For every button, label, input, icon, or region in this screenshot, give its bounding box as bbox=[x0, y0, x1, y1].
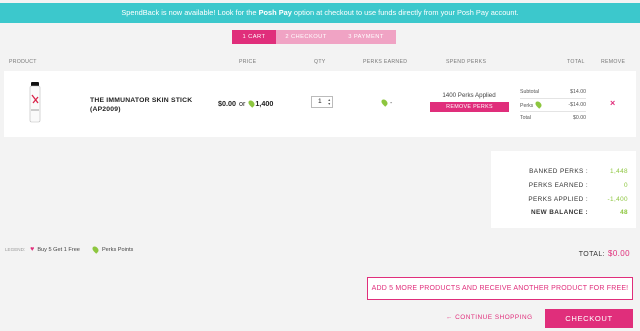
product-image[interactable] bbox=[24, 81, 46, 125]
total-value: $0.00 bbox=[573, 115, 586, 121]
perks-earned-line: PERKS EARNED : 0 bbox=[498, 182, 628, 189]
price-dollars: $0.00 bbox=[218, 99, 236, 108]
legend-buy5: Buy 5 Get 1 Free bbox=[37, 246, 80, 253]
perks-applied-label: PERKS APPLIED : bbox=[528, 196, 588, 203]
new-balance-value: 48 bbox=[620, 209, 628, 216]
arrow-left-icon: ← bbox=[446, 314, 453, 321]
total-row: Total $0.00 bbox=[520, 111, 586, 124]
total-label: Total bbox=[520, 115, 531, 121]
perks-summary: BANKED PERKS : 1,448 PERKS EARNED : 0 PE… bbox=[491, 151, 636, 228]
header-price: PRICE bbox=[239, 59, 257, 65]
perks-applied-text: 1400 Perks Applied bbox=[442, 92, 496, 99]
perks-value: -$14.00 bbox=[568, 102, 586, 108]
perks-label: Perks bbox=[520, 103, 534, 109]
stepper-arrows-icon[interactable]: ▲ ▼ bbox=[328, 98, 331, 106]
header-spend-perks: SPEND PERKS bbox=[446, 59, 487, 65]
banked-perks-line: BANKED PERKS : 1,448 bbox=[498, 168, 628, 175]
item-price: $0.00 or 1,400 bbox=[218, 99, 273, 108]
posh-pay-highlight: Posh Pay bbox=[258, 8, 292, 17]
legend: LEGEND: ♥ Buy 5 Get 1 Free Perks Points bbox=[5, 245, 134, 254]
banked-perks-value: 1,448 bbox=[610, 168, 628, 175]
cart-item-row: THE IMMUNATOR SKIN STICK (AP2009) $0.00 o… bbox=[4, 71, 636, 137]
header-total: TOTAL bbox=[567, 59, 585, 65]
product-title: THE IMMUNATOR SKIN STICK bbox=[90, 97, 193, 104]
header-remove: REMOVE bbox=[601, 59, 626, 65]
perks-earned-label: PERKS EARNED : bbox=[528, 182, 588, 189]
price-perks: 1,400 bbox=[255, 99, 274, 108]
banner-text-before: SpendBack is now available! Look for the bbox=[121, 8, 259, 17]
subtotal-row: Subtotal $14.00 bbox=[520, 85, 586, 98]
step-cart[interactable]: 1 CART bbox=[232, 30, 276, 44]
close-icon[interactable]: × bbox=[610, 98, 615, 108]
legend-perks: Perks Points bbox=[101, 246, 134, 253]
promo-banner[interactable]: ADD 5 MORE PRODUCTS AND RECEIVE ANOTHER … bbox=[367, 277, 633, 300]
subtotal-label: Subtotal bbox=[520, 88, 540, 95]
new-balance-line: NEW BALANCE : 48 bbox=[498, 209, 628, 216]
perks-applied-line: PERKS APPLIED : -1,400 bbox=[498, 196, 628, 203]
header-qty: QTY bbox=[314, 59, 326, 65]
quantity-value: 1 bbox=[318, 98, 322, 105]
step-checkout[interactable]: 2 CHECKOUT bbox=[276, 30, 336, 44]
checkout-steps: 1 CART 2 CHECKOUT 3 PAYMENT bbox=[232, 30, 396, 44]
heart-icon: ♥ bbox=[30, 246, 35, 253]
new-balance-label: NEW BALANCE : bbox=[530, 209, 588, 216]
legend-label: LEGEND: bbox=[5, 247, 26, 252]
leaf-icon bbox=[533, 100, 543, 109]
header-product: PRODUCT bbox=[9, 59, 37, 65]
leaf-icon bbox=[91, 245, 100, 254]
price-or: or bbox=[239, 99, 246, 108]
header-perks-earned: PERKS EARNED bbox=[363, 59, 408, 65]
perks-earned-value: - bbox=[389, 100, 393, 107]
grand-total-amount: $0.00 bbox=[607, 249, 630, 258]
spendback-banner: SpendBack is now available! Look for the… bbox=[0, 3, 640, 23]
grand-total: TOTAL: $0.00 bbox=[579, 249, 630, 258]
continue-shopping-link[interactable]: ← CONTINUE SHOPPING bbox=[446, 314, 533, 321]
remove-perks-button[interactable]: REMOVE PERKS bbox=[430, 102, 509, 112]
perks-applied-value: -1,400 bbox=[607, 196, 628, 203]
grand-total-label: TOTAL: bbox=[578, 251, 605, 258]
leaf-icon bbox=[380, 98, 389, 107]
subtotal-value: $14.00 bbox=[570, 88, 586, 95]
banked-perks-label: BANKED PERKS : bbox=[529, 168, 588, 175]
perks-row: Perks -$14.00 bbox=[520, 98, 586, 111]
perks-earned-total: 0 bbox=[624, 182, 628, 189]
banner-text-after: option at checkout to use funds directly… bbox=[291, 8, 519, 17]
product-name[interactable]: THE IMMUNATOR SKIN STICK (AP2009) bbox=[90, 97, 192, 114]
item-totals: Subtotal $14.00 Perks -$14.00 Total $0.0… bbox=[520, 85, 586, 124]
perks-earned-cell: - bbox=[380, 98, 393, 107]
checkout-button[interactable]: CHECKOUT bbox=[545, 309, 633, 328]
continue-shopping-label: CONTINUE SHOPPING bbox=[455, 314, 533, 321]
product-sku: (AP2009) bbox=[90, 105, 121, 113]
step-payment[interactable]: 3 PAYMENT bbox=[336, 30, 396, 44]
quantity-stepper[interactable]: 1 ▲ ▼ bbox=[311, 96, 333, 108]
